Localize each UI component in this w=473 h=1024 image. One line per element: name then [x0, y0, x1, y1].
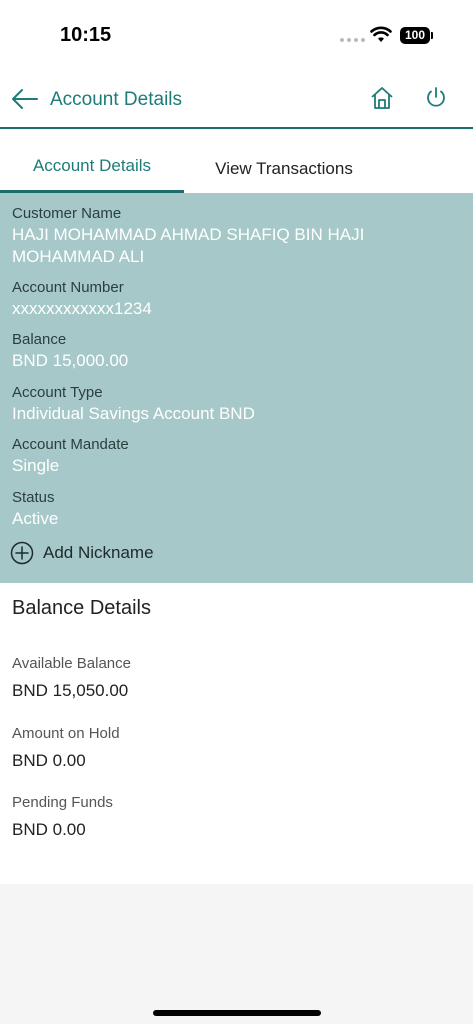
battery-tip — [431, 32, 433, 39]
account-number-value: xxxxxxxxxxxx1234 — [12, 299, 152, 318]
account-mandate-value: Single — [12, 456, 60, 475]
add-nickname-button[interactable]: Add Nickname — [10, 541, 154, 565]
status-label: Status — [12, 489, 55, 506]
home-indicator[interactable] — [153, 1010, 321, 1016]
customer-name-label: Customer Name — [12, 205, 122, 222]
wifi-icon — [370, 26, 392, 42]
account-number-label: Account Number — [12, 279, 124, 296]
pending-funds-label: Pending Funds — [12, 794, 113, 811]
back-button[interactable] — [10, 86, 40, 112]
logout-button[interactable] — [423, 85, 449, 111]
balance-details-title: Balance Details — [12, 597, 151, 619]
customer-name-value: HAJI MOHAMMAD AHMAD SHAFIQ BIN HAJI MOHA… — [12, 225, 365, 266]
battery-indicator: 100 — [400, 27, 430, 44]
pending-funds-value: BND 0.00 — [12, 820, 86, 839]
status-bar: 10:15 100 — [0, 0, 473, 70]
signal-icon — [340, 38, 365, 42]
status-value: Active — [12, 509, 59, 528]
account-type-label: Account Type — [12, 384, 103, 401]
account-mandate-label: Account Mandate — [12, 436, 129, 453]
power-icon — [427, 87, 445, 107]
tab-view-transactions[interactable]: View Transactions — [184, 130, 384, 193]
status-time: 10:15 — [60, 24, 112, 46]
add-circle-icon — [10, 541, 34, 565]
account-type-value: Individual Savings Account BND — [12, 404, 255, 423]
back-arrow-icon — [12, 89, 38, 109]
amount-on-hold-label: Amount on Hold — [12, 725, 120, 742]
balance-value: BND 15,000.00 — [12, 351, 129, 370]
home-button[interactable] — [369, 85, 395, 111]
account-details-panel: Customer Name HAJI MOHAMMAD AHMAD SHAFIQ… — [0, 193, 473, 583]
available-balance-label: Available Balance — [12, 655, 131, 672]
balance-details-section: Balance Details Available Balance BND 15… — [0, 583, 473, 884]
app-header: Account Details — [0, 70, 473, 129]
balance-label: Balance — [12, 331, 67, 348]
tab-account-details[interactable]: Account Details — [0, 130, 184, 193]
tab-bar: Account Details View Transactions — [0, 130, 473, 193]
add-nickname-label: Add Nickname — [43, 543, 154, 562]
page-title: Account Details — [50, 89, 183, 110]
amount-on-hold-value: BND 0.00 — [12, 751, 86, 770]
available-balance-value: BND 15,050.00 — [12, 681, 129, 700]
home-icon — [371, 87, 393, 109]
